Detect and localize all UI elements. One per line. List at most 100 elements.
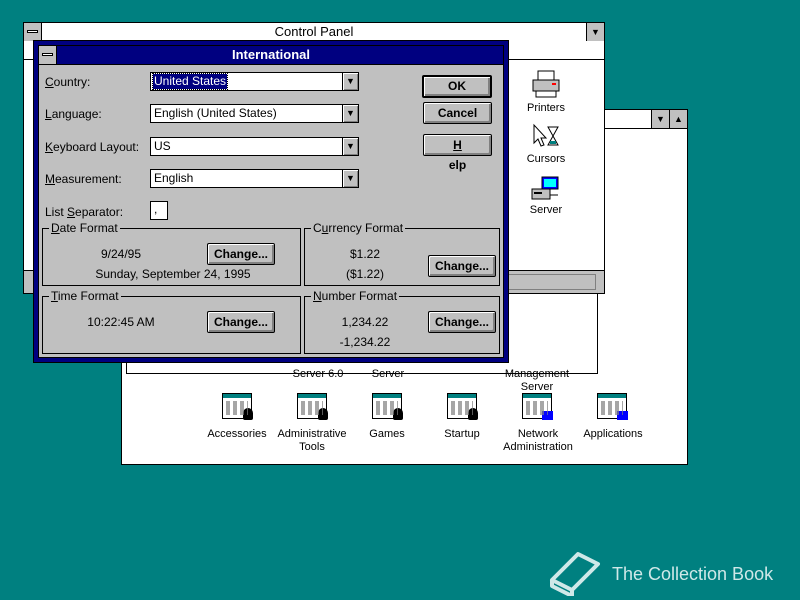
list-separator-label-mnemonic: S — [67, 205, 76, 219]
number-format-title-text: umber Format — [321, 289, 398, 303]
accessories-group-icon[interactable] — [222, 393, 253, 420]
applications-label[interactable]: Applications — [577, 428, 649, 441]
language-label: Language: — [45, 107, 102, 121]
number-format-title: Number Format — [311, 289, 400, 303]
number-format-change-button[interactable]: Change... — [428, 311, 496, 333]
partial-label: Server — [371, 368, 405, 380]
help-button-text: elp — [448, 158, 467, 172]
applications-group-icon[interactable] — [597, 393, 628, 420]
language-value: English (United States) — [154, 106, 277, 120]
currency-format-title-text: rrency Format — [328, 221, 404, 235]
maximize-button[interactable]: ▲ — [669, 110, 687, 128]
currency-format-change-button[interactable]: Change... — [428, 255, 496, 277]
language-dropdown-arrow-icon[interactable]: ▼ — [342, 105, 358, 122]
currency-format-title-pre: C — [313, 221, 322, 235]
time-format-group: Time Format 10:22:45 AM Change... — [42, 289, 301, 354]
server-icon[interactable] — [530, 175, 562, 205]
country-label: Country: — [45, 75, 90, 89]
list-separator-label: List Separator: — [45, 205, 123, 219]
partial-label: Server 6.0 — [292, 368, 344, 380]
help-button[interactable]: Help — [423, 134, 492, 172]
keyboard-layout-value: US — [154, 139, 171, 153]
server-label[interactable]: Server — [516, 204, 576, 217]
country-label-mnemonic: C — [45, 75, 54, 89]
country-dropdown-arrow-icon[interactable]: ▼ — [342, 73, 358, 90]
list-separator-label-pre: List — [45, 205, 68, 219]
date-long-sample: Sunday, September 24, 1995 — [95, 267, 251, 281]
watermark-text: The Collection Book — [612, 564, 774, 584]
country-value: United States — [151, 73, 229, 90]
list-separator-value: , — [154, 202, 158, 216]
network-administration-label-line1: Network — [517, 428, 559, 440]
measurement-label: Measurement: — [45, 172, 122, 186]
partial-label: Management — [504, 368, 570, 380]
currency-format-title: Currency Format — [311, 221, 406, 235]
administrative-tools-label-line2: Tools — [299, 441, 325, 453]
currency-positive-sample: $1.22 — [349, 247, 381, 261]
dialog-system-menu[interactable] — [39, 46, 57, 64]
keyboard-label-mnemonic: K — [45, 140, 54, 154]
currency-negative-sample: ($1.22) — [345, 267, 385, 281]
time-format-change-label: Change... — [213, 315, 268, 329]
minimize-button[interactable]: ▼ — [651, 110, 669, 128]
currency-format-group: Currency Format $1.22 ($1.22) Change... — [304, 221, 500, 286]
country-select[interactable]: United States ▼ — [150, 72, 359, 91]
international-dialog-body: International Country: United States ▼ L… — [38, 45, 504, 358]
help-button-label: Help — [424, 135, 491, 175]
list-separator-label-text: eparator: — [75, 205, 124, 219]
date-format-change-button[interactable]: Change... — [207, 243, 275, 265]
administrative-tools-label-line1: Administrative — [277, 428, 347, 440]
international-dialog-titlebar[interactable]: International — [39, 46, 503, 65]
printer-icon[interactable] — [530, 69, 562, 99]
date-format-title: Date Format — [49, 221, 120, 235]
network-administration-label-line2: Administration — [503, 441, 573, 453]
startup-label[interactable]: Startup — [432, 428, 492, 441]
cancel-button-label: Cancel — [437, 106, 478, 120]
measurement-select[interactable]: English ▼ — [150, 169, 359, 188]
keyboard-layout-label: Keyboard Layout: — [45, 140, 139, 154]
number-positive-sample: 1,234.22 — [341, 315, 389, 329]
number-format-group: Number Format 1,234.22 -1,234.22 Change.… — [304, 289, 500, 354]
network-administration-group-icon[interactable] — [522, 393, 553, 420]
games-group-icon[interactable] — [372, 393, 403, 420]
cursor-icon[interactable] — [530, 123, 562, 153]
games-label[interactable]: Games — [357, 428, 417, 441]
administrative-tools-label[interactable]: Administrative Tools — [272, 428, 352, 454]
language-select[interactable]: English (United States) ▼ — [150, 104, 359, 123]
measurement-dropdown-arrow-icon[interactable]: ▼ — [342, 170, 358, 187]
printers-label[interactable]: Printers — [516, 102, 576, 115]
language-label-mnemonic: L — [45, 107, 52, 121]
currency-format-change-label: Change... — [434, 259, 489, 273]
keyboard-dropdown-arrow-icon[interactable]: ▼ — [342, 138, 358, 155]
date-format-title-text: ate Format — [59, 221, 118, 235]
control-panel-system-menu[interactable] — [24, 23, 42, 41]
accessories-label[interactable]: Accessories — [202, 428, 272, 441]
measurement-label-text: easurement: — [55, 172, 122, 186]
date-format-mnemonic: D — [51, 221, 60, 235]
book-logo-icon — [550, 552, 600, 596]
language-label-text: anguage: — [51, 107, 102, 121]
ok-button-label: OK — [448, 79, 466, 93]
measurement-label-mnemonic: M — [45, 172, 55, 186]
control-panel-minimize-button[interactable]: ▼ — [586, 23, 604, 41]
time-format-mnemonic: T — [51, 289, 58, 303]
list-separator-input[interactable]: , — [150, 201, 168, 220]
time-format-change-button[interactable]: Change... — [207, 311, 275, 333]
date-format-group: Date Format 9/24/95 Sunday, September 24… — [42, 221, 301, 286]
number-format-mnemonic: N — [313, 289, 322, 303]
network-administration-label[interactable]: Network Administration — [492, 428, 584, 454]
status-field — [504, 274, 596, 290]
administrative-tools-group-icon[interactable] — [297, 393, 328, 420]
startup-group-icon[interactable] — [447, 393, 478, 420]
international-dialog: International Country: United States ▼ L… — [33, 40, 509, 363]
keyboard-layout-select[interactable]: US ▼ — [150, 137, 359, 156]
time-sample: 10:22:45 AM — [87, 315, 155, 329]
cursors-label[interactable]: Cursors — [516, 153, 576, 166]
time-format-title: Time Format — [49, 289, 121, 303]
keyboard-label-text: eyboard Layout: — [53, 140, 140, 154]
help-button-mnemonic: H — [453, 138, 462, 152]
date-format-change-label: Change... — [213, 247, 268, 261]
cancel-button[interactable]: Cancel — [423, 102, 492, 124]
date-short-sample: 9/24/95 — [100, 247, 142, 261]
ok-button[interactable]: OK — [422, 75, 492, 98]
